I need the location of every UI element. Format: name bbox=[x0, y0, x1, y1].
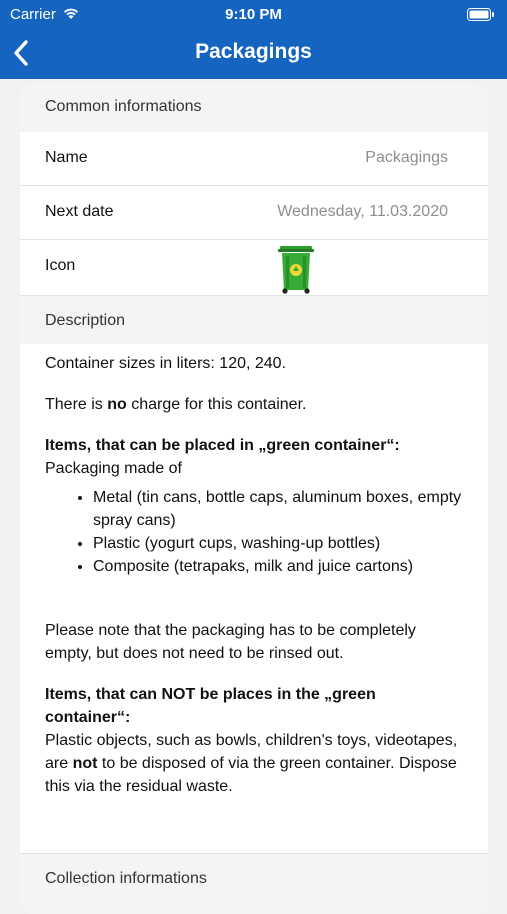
clock: 9:10 PM bbox=[225, 6, 282, 23]
status-bar: Carrier 9:10 PM bbox=[0, 4, 507, 24]
allowed-section: Items, that can be placed in „green cont… bbox=[45, 434, 463, 480]
charge-text: There is no charge for this container. bbox=[45, 396, 307, 413]
details-card: Common informations Name Packagings Next… bbox=[20, 84, 488, 914]
note-text: Please note that the packaging has to be… bbox=[45, 622, 416, 662]
not-allowed-heading: Items, that can NOT be places in the „gr… bbox=[45, 686, 376, 726]
name-label: Name bbox=[45, 149, 88, 166]
nav-header: Packagings bbox=[0, 32, 507, 76]
allowed-heading: Items, that can be placed in „green cont… bbox=[45, 437, 400, 454]
navigation-bar: Carrier 9:10 PM Packagings bbox=[0, 0, 507, 79]
allowed-intro: Packaging made of bbox=[45, 460, 182, 477]
next-date-row: Next date Wednesday, 11.03.2020 bbox=[20, 186, 488, 240]
list-item: Metal (tin cans, bottle caps, aluminum b… bbox=[93, 486, 463, 532]
next-date-value: Wednesday, 11.03.2020 bbox=[277, 203, 448, 220]
icon-label: Icon bbox=[45, 257, 76, 274]
common-informations-header: Common informations bbox=[45, 98, 202, 115]
not-allowed-section: Items, that can NOT be places in the „gr… bbox=[45, 686, 458, 795]
next-date-label: Next date bbox=[45, 203, 114, 220]
battery-icon bbox=[467, 8, 495, 25]
name-value: Packagings bbox=[365, 149, 448, 166]
container-sizes-text: Container sizes in liters: 120, 240. bbox=[45, 355, 287, 372]
allowed-items-list: Metal (tin cans, bottle caps, aluminum b… bbox=[45, 486, 463, 578]
description-body: Container sizes in liters: 120, 240. The… bbox=[20, 344, 488, 854]
page-title: Packagings bbox=[195, 40, 312, 63]
description-header: Description bbox=[45, 312, 126, 329]
green-recycling-bin-icon bbox=[278, 244, 314, 299]
icon-row: Icon bbox=[20, 240, 488, 296]
list-item: Composite (tetrapaks, milk and juice car… bbox=[93, 555, 463, 578]
name-row: Name Packagings bbox=[20, 132, 488, 186]
list-item: Plastic (yogurt cups, washing-up bottles… bbox=[93, 532, 463, 555]
collection-informations-header: Collection informations bbox=[45, 870, 207, 887]
